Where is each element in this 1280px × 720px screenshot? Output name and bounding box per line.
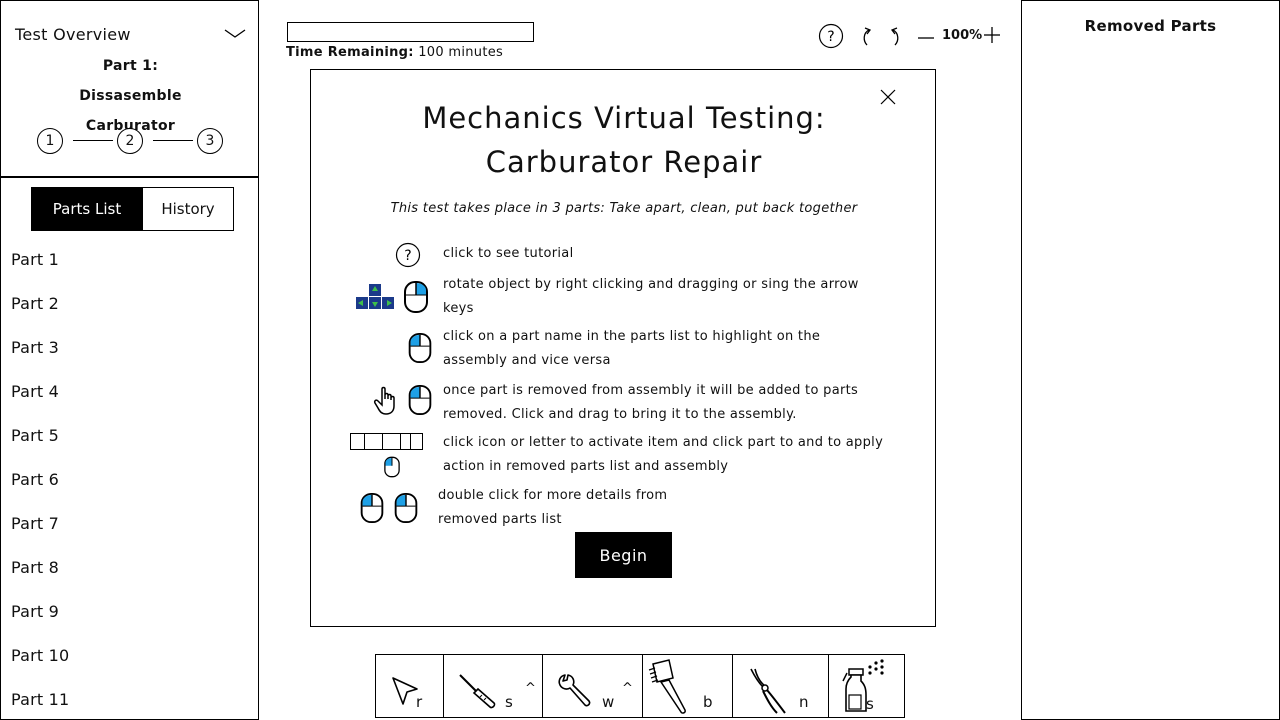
zoom-out-icon[interactable]: [916, 28, 936, 48]
list-item[interactable]: Part 5: [11, 424, 69, 468]
list-item[interactable]: Part 11: [11, 688, 69, 720]
begin-button[interactable]: Begin: [575, 532, 672, 578]
hand-drag-icon: [374, 386, 395, 415]
mouse-left-click-icon: [384, 456, 400, 478]
mouse-double-click-icon: [394, 492, 418, 524]
pliers-icon: [750, 668, 786, 714]
wrench-icon: [558, 674, 591, 707]
tool-spray-bottle[interactable]: s: [829, 655, 904, 717]
tool-screwdriver[interactable]: s ^: [444, 655, 543, 717]
toolbar-icon: [350, 433, 423, 450]
tool-shortcut-key: w: [602, 693, 615, 711]
tool-expand-caret[interactable]: ^: [525, 681, 536, 696]
spray-bottle-icon: [842, 659, 884, 712]
tool-shortcut-key: b: [703, 693, 713, 711]
list-item[interactable]: Part 6: [11, 468, 69, 512]
step-connector: [153, 140, 193, 141]
test-overview-panel: Test Overview Part 1: Dissasemble Carbur…: [0, 0, 259, 178]
list-item[interactable]: Part 1: [11, 248, 69, 292]
mouse-left-click-icon: [408, 332, 432, 364]
zoom-in-icon[interactable]: [982, 25, 1002, 45]
tab-parts-list[interactable]: Parts List: [32, 188, 142, 230]
step-connector: [73, 140, 113, 141]
zoom-level: 100%: [942, 28, 983, 43]
undo-icon[interactable]: [860, 25, 878, 47]
mouse-right-click-icon: [404, 281, 428, 313]
tool-shortcut-key: s: [505, 693, 513, 711]
parts-tabs: Parts List History: [31, 187, 234, 231]
dialog-subtitle: This test takes place in 3 parts: Take a…: [390, 201, 858, 216]
screwdriver-icon: [459, 674, 496, 709]
tab-history[interactable]: History: [142, 188, 233, 230]
svg-text:?: ?: [827, 29, 834, 45]
list-item[interactable]: Part 9: [11, 600, 69, 644]
test-overview-title: Test Overview: [15, 25, 131, 44]
step-1[interactable]: 1: [37, 128, 63, 154]
view-toolbar: ? 100%: [818, 22, 1008, 52]
step-2[interactable]: 2: [117, 128, 143, 154]
list-item[interactable]: Part 10: [11, 644, 69, 688]
tool-pointer[interactable]: r: [376, 655, 444, 717]
tool-brush[interactable]: b: [643, 655, 733, 717]
time-remaining-label: Time Remaining:: [286, 45, 414, 60]
redo-icon[interactable]: [884, 25, 902, 47]
chevron-down-icon[interactable]: [223, 25, 247, 43]
instruction-text: click on a part name in the parts list t…: [443, 329, 821, 368]
svg-text:?: ?: [404, 248, 411, 264]
list-item[interactable]: Part 7: [11, 512, 69, 556]
time-remaining-value: 100 minutes: [418, 45, 504, 60]
parts-list: Part 1 Part 2 Part 3 Part 4 Part 5 Part …: [11, 248, 69, 720]
tool-shortcut-key: r: [416, 693, 423, 711]
removed-parts-title: Removed Parts: [1084, 17, 1217, 35]
tool-bar: r s ^ w ^ b n s: [375, 654, 905, 718]
dialog-title: Mechanics Virtual Testing: Carburator Re…: [422, 101, 826, 179]
time-progress-bar: [287, 22, 534, 42]
list-item[interactable]: Part 2: [11, 292, 69, 336]
instruction-text: click to see tutorial: [443, 246, 574, 261]
list-item[interactable]: Part 3: [11, 336, 69, 380]
instruction-text: click icon or letter to activate item an…: [443, 435, 884, 474]
tool-shortcut-key: s: [866, 695, 874, 713]
intro-dialog: Mechanics Virtual Testing: Carburator Re…: [310, 69, 936, 627]
step-3[interactable]: 3: [197, 128, 223, 154]
mouse-double-click-icon: [360, 492, 384, 524]
removed-parts-panel: Removed Parts: [1021, 0, 1280, 720]
brush-icon: [648, 659, 686, 714]
instruction-text: once part is removed from assembly it wi…: [443, 383, 859, 422]
help-icon: ?: [395, 242, 421, 268]
list-item[interactable]: Part 4: [11, 380, 69, 424]
tool-wrench[interactable]: w ^: [543, 655, 643, 717]
tool-expand-caret[interactable]: ^: [622, 681, 633, 696]
instruction-text: double click for more details from remov…: [438, 488, 668, 527]
arrow-keys-icon: [356, 284, 394, 309]
help-icon[interactable]: ?: [818, 23, 844, 49]
parts-panel: Parts List History Part 1 Part 2 Part 3 …: [0, 178, 259, 720]
instruction-text: rotate object by right clicking and drag…: [443, 277, 859, 316]
tool-shortcut-key: n: [799, 693, 809, 711]
tool-pliers[interactable]: n: [733, 655, 829, 717]
mouse-left-click-icon: [408, 384, 432, 416]
list-item[interactable]: Part 8: [11, 556, 69, 600]
time-remaining: Time Remaining: 100 minutes: [286, 45, 503, 60]
